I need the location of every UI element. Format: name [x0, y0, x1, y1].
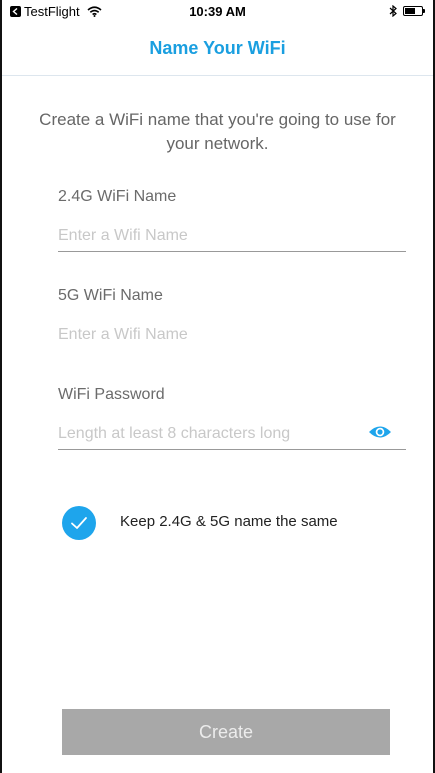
intro-text: Create a WiFi name that you're going to … [39, 110, 396, 153]
clock: 10:39 AM [189, 3, 246, 19]
back-to-app[interactable]: TestFlight [10, 4, 102, 19]
wifi-5g-label: 5G WiFi Name [58, 287, 163, 304]
battery-icon [403, 6, 425, 16]
bluetooth-icon [389, 5, 397, 17]
wifi-password-input[interactable] [58, 419, 358, 449]
battery-level [405, 8, 415, 14]
wifi-5g-input[interactable] [58, 320, 406, 350]
wifi-24g-label: 2.4G WiFi Name [58, 188, 177, 205]
nav-bar: Name Your WiFi [2, 22, 433, 76]
create-button[interactable]: Create [62, 709, 390, 755]
back-arrow-icon [10, 5, 21, 17]
same-name-label: Keep 2.4G & 5G name the same [120, 513, 338, 530]
back-app-label: TestFlight [24, 3, 80, 19]
wifi-24g-input[interactable] [58, 221, 406, 251]
page-title: Name Your WiFi [149, 38, 286, 58]
wifi-signal-icon [87, 5, 102, 17]
screen: TestFlight 10:39 AM Name Your WiFi Creat… [0, 0, 435, 773]
wifi-password-underline [58, 449, 406, 450]
show-password-eye-icon[interactable] [368, 424, 392, 440]
wifi-password-label: WiFi Password [58, 386, 165, 403]
wifi-24g-underline [58, 251, 406, 252]
status-bar: TestFlight 10:39 AM [2, 0, 433, 22]
same-name-checkbox[interactable] [62, 506, 96, 540]
checkmark-icon [71, 517, 87, 529]
